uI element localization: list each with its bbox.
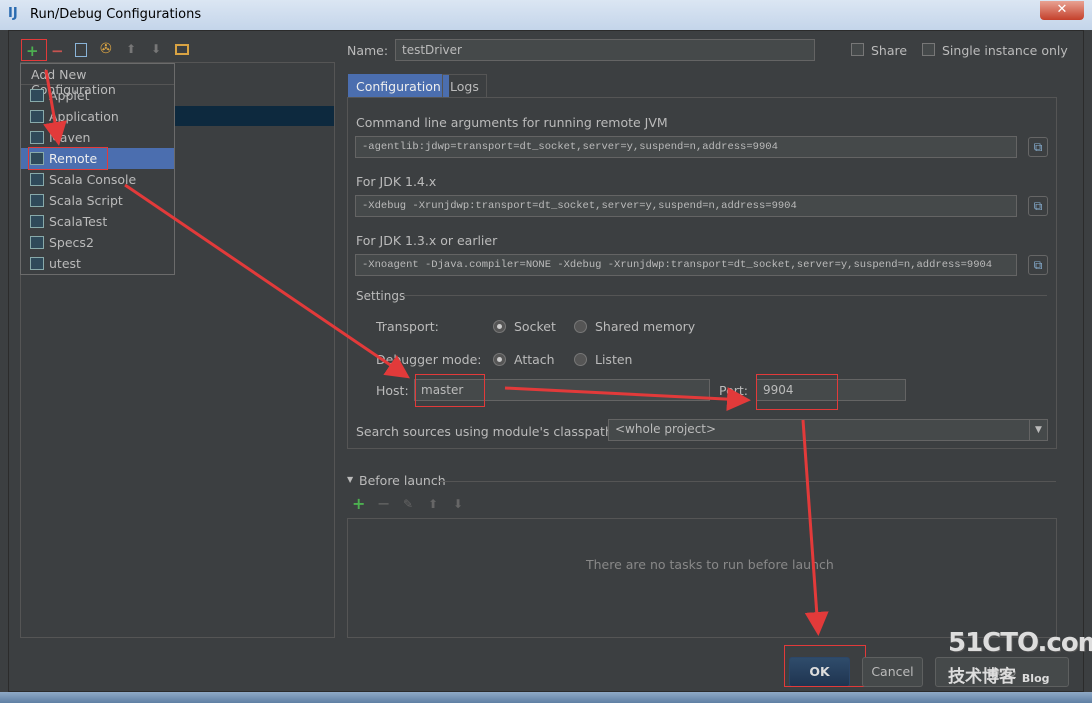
arrow xyxy=(43,69,67,146)
windows-taskbar[interactable] xyxy=(0,692,1092,703)
arrow xyxy=(504,386,751,412)
annotation-arrows xyxy=(43,69,829,636)
arrow xyxy=(124,183,410,379)
arrow xyxy=(801,419,829,636)
